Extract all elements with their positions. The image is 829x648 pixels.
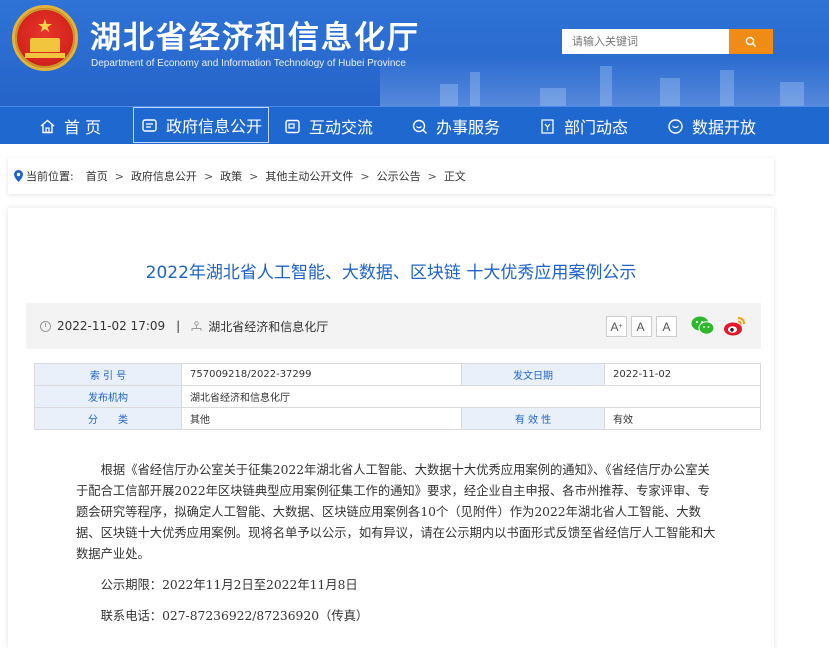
category-value: 其他 — [181, 407, 462, 430]
document-info-table: 索 引 号 757009218/2022-37299 发文日期 2022-11-… — [34, 363, 761, 430]
skyline-building — [540, 88, 566, 106]
breadcrumb-separator: > — [427, 169, 437, 183]
site-title[interactable]: 湖北省经济和信息化厅 — [90, 12, 420, 57]
breadcrumb-notices[interactable]: 公示公告 — [377, 168, 421, 184]
index-label: 索 引 号 — [34, 363, 182, 386]
nav-item-label: 部门动态 — [564, 118, 629, 137]
site-subtitle: Department of Economy and Information Te… — [91, 58, 406, 69]
search-icon — [745, 36, 757, 47]
index-value: 757009218/2022-37299 — [181, 363, 462, 386]
search-input[interactable] — [562, 29, 729, 54]
nav-item-label: 首 页 — [64, 118, 102, 137]
skyline-building — [470, 72, 480, 106]
skyline-building — [440, 84, 458, 106]
issue-date-value: 2022-11-02 — [604, 363, 761, 386]
issuer-label: 发布机构 — [34, 385, 182, 408]
breadcrumb-current: 正文 — [443, 170, 466, 183]
location-pin-icon — [14, 170, 23, 182]
weibo-share-button[interactable] — [723, 315, 747, 337]
font-size-increase-button[interactable]: A + — [606, 316, 627, 337]
nav-item-home[interactable]: 首 页 — [38, 107, 101, 145]
breadcrumb-separator: > — [203, 169, 214, 183]
clock-icon — [40, 320, 51, 332]
data-icon — [666, 117, 684, 135]
notice-period: 公示期限：2022年11月2日至2022年11月8日 — [100, 578, 358, 592]
site-header: ★ 湖北省经济和信息化厅 Department of Economy and I… — [0, 0, 829, 106]
main-nav: 首 页 政府信息公开 互动交流 办事服务 部门动态 数据开放 — [0, 106, 829, 144]
service-icon — [410, 117, 428, 135]
article-meta-bar: 2022-11-02 17:09 | 湖北省经济和信息化厅 A + A A — [26, 303, 761, 349]
breadcrumb-home[interactable]: 首页 — [86, 168, 108, 184]
publish-date: 2022-11-02 17:09 — [57, 319, 166, 333]
nav-item-dept-news[interactable]: 部门动态 — [538, 107, 628, 145]
nav-item-services[interactable]: 办事服务 — [410, 107, 500, 145]
search-button[interactable] — [729, 29, 773, 54]
category-label: 分 类 — [34, 407, 182, 430]
publishing-org: 湖北省经济和信息化厅 — [208, 319, 329, 334]
skyline-building — [660, 78, 680, 106]
issue-date-label: 发文日期 — [461, 363, 605, 386]
nav-item-label: 数据开放 — [692, 118, 757, 137]
breadcrumb-separator: > — [360, 169, 370, 183]
skyline-building — [780, 82, 804, 106]
article-body: 根据《省经信厅办公室关于征集2022年湖北省人工智能、大数据十大优秀应用案例的通… — [76, 460, 716, 637]
breadcrumb-separator: > — [114, 169, 124, 183]
national-emblem-icon[interactable]: ★ — [12, 5, 78, 71]
weibo-icon — [724, 317, 745, 336]
info-icon — [140, 116, 158, 134]
news-icon — [538, 117, 556, 135]
nav-item-label: 办事服务 — [436, 118, 501, 137]
table-row: 发布机构 湖北省经济和信息化厅 — [34, 385, 761, 408]
issuer-value: 湖北省经济和信息化厅 — [181, 385, 761, 408]
article-card: 2022年湖北省人工智能、大数据、区块链 十大优秀应用案例公示 2022-11-… — [8, 208, 774, 648]
contact-phone: 联系电话：027-87236922/87236920（传真） — [100, 609, 369, 623]
nav-item-label: 互动交流 — [309, 118, 374, 137]
home-icon — [38, 117, 56, 135]
nav-item-gov-info[interactable]: 政府信息公开 — [133, 107, 270, 143]
validity-value: 有效 — [604, 407, 761, 430]
breadcrumb-prefix: 当前位置: — [26, 170, 74, 183]
validity-label: 有 效 性 — [461, 407, 605, 430]
nav-item-open-data[interactable]: 数据开放 — [666, 107, 756, 145]
table-row: 分 类 其他 有 效 性 有效 — [34, 407, 761, 430]
nav-item-label: 政府信息公开 — [166, 117, 263, 136]
table-row: 索 引 号 757009218/2022-37299 发文日期 2022-11-… — [34, 363, 761, 386]
interaction-icon — [283, 117, 301, 135]
organization-icon — [191, 320, 202, 331]
wechat-share-button[interactable] — [691, 315, 715, 337]
nav-item-interaction[interactable]: 互动交流 — [283, 107, 373, 145]
breadcrumb: 当前位置: 首页 > 政府信息公开 > 政策 > 其他主动公开文件 > 公示公告… — [8, 158, 774, 194]
breadcrumb-separator: > — [249, 169, 259, 183]
font-size-decrease-button[interactable]: A — [656, 316, 677, 337]
article-title: 2022年湖北省人工智能、大数据、区块链 十大优秀应用案例公示 — [145, 263, 637, 283]
breadcrumb-other-files[interactable]: 其他主动公开文件 — [265, 168, 353, 184]
font-size-reset-button[interactable]: A — [631, 316, 652, 337]
breadcrumb-policy[interactable]: 政策 — [220, 168, 242, 184]
breadcrumb-gov-info[interactable]: 政府信息公开 — [131, 168, 197, 184]
skyline-building — [720, 70, 734, 106]
meta-divider: | — [176, 319, 181, 333]
skyline-building — [600, 66, 612, 106]
body-paragraph: 根据《省经信厅办公室关于征集2022年湖北省人工智能、大数据十大优秀应用案例的通… — [76, 463, 716, 561]
wechat-icon — [691, 316, 715, 335]
